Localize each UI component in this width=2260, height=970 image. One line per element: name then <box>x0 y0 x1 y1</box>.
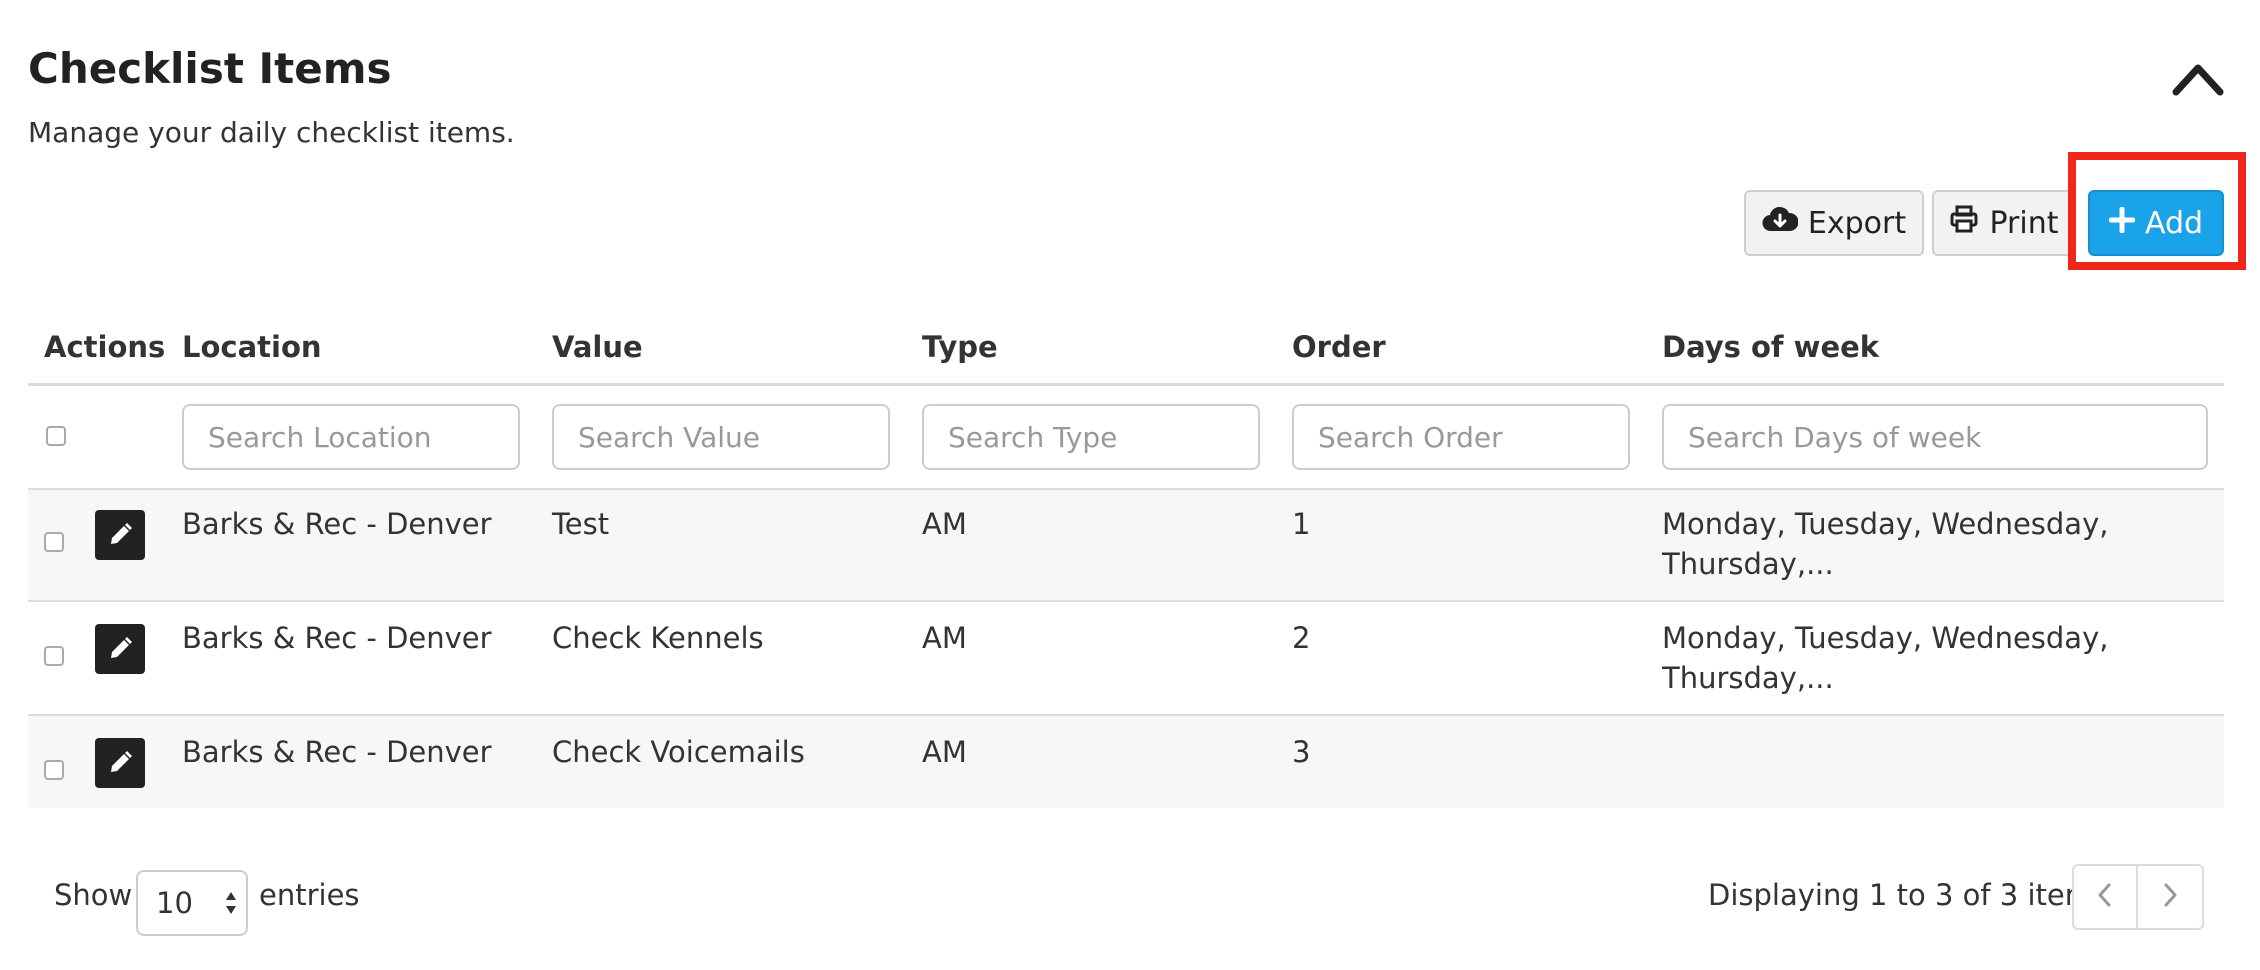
column-header-days-of-week[interactable]: Days of week <box>1662 330 1879 364</box>
table-row: Barks & Rec - Denver Check Voicemails AM… <box>28 716 2224 808</box>
column-header-order[interactable]: Order <box>1292 330 1386 364</box>
cell-type: AM <box>922 621 967 655</box>
next-page-button[interactable] <box>2138 864 2204 930</box>
print-label: Print <box>1989 205 2059 241</box>
page-subtitle: Manage your daily checklist items. <box>28 116 515 149</box>
collapse-chevron-up-icon[interactable] <box>2170 56 2226 100</box>
edit-pencil-icon[interactable] <box>95 510 145 560</box>
previous-page-button[interactable] <box>2072 864 2138 930</box>
cell-value: Test <box>552 507 610 541</box>
search-location-input[interactable] <box>182 404 520 470</box>
search-type-input[interactable] <box>922 404 1260 470</box>
highlight-box <box>2068 152 2246 270</box>
cloud-download-icon <box>1762 205 1799 241</box>
export-label: Export <box>1807 205 1907 241</box>
cell-days-line2: Thursday,... <box>1662 547 1834 581</box>
cell-value: Check Kennels <box>552 621 764 655</box>
chevron-left-icon <box>2096 882 2114 912</box>
row-checkbox[interactable] <box>44 646 64 666</box>
search-value-input[interactable] <box>552 404 890 470</box>
cell-location: Barks & Rec - Denver <box>182 507 492 541</box>
cell-type: AM <box>922 735 967 769</box>
cell-location: Barks & Rec - Denver <box>182 621 492 655</box>
column-header-value[interactable]: Value <box>552 330 643 364</box>
cell-days-line1: Monday, Tuesday, Wednesday, <box>1662 507 2109 541</box>
cell-days-line1: Monday, Tuesday, Wednesday, <box>1662 621 2109 655</box>
page-size-select[interactable]: 10 <box>136 870 248 936</box>
cell-type: AM <box>922 507 967 541</box>
sort-arrows-icon <box>224 888 238 918</box>
show-label: Show <box>54 878 133 912</box>
header-divider <box>28 383 2224 386</box>
column-header-actions: Actions <box>44 330 166 364</box>
cell-order: 3 <box>1292 735 1311 769</box>
row-checkbox[interactable] <box>44 760 64 780</box>
cell-days-line2: Thursday,... <box>1662 661 1834 695</box>
search-order-input[interactable] <box>1292 404 1630 470</box>
table-row: Barks & Rec - Denver Check Kennels AM 2 … <box>28 602 2224 714</box>
cell-location: Barks & Rec - Denver <box>182 735 492 769</box>
checklist-page: Checklist Items Manage your daily checkl… <box>0 0 2260 970</box>
entries-label: entries <box>259 878 360 912</box>
cell-value: Check Voicemails <box>552 735 805 769</box>
edit-pencil-icon[interactable] <box>95 624 145 674</box>
table-row: Barks & Rec - Denver Test AM 1 Monday, T… <box>28 490 2224 600</box>
pagination-status: Displaying 1 to 3 of 3 items <box>1708 878 2109 912</box>
page-size-value: 10 <box>156 886 193 920</box>
column-header-location[interactable]: Location <box>182 330 322 364</box>
search-days-input[interactable] <box>1662 404 2208 470</box>
cell-order: 1 <box>1292 507 1311 541</box>
cell-order: 2 <box>1292 621 1311 655</box>
page-title: Checklist Items <box>28 44 392 93</box>
column-header-type[interactable]: Type <box>922 330 998 364</box>
edit-pencil-icon[interactable] <box>95 738 145 788</box>
printer-icon <box>1949 204 1979 242</box>
select-all-checkbox[interactable] <box>46 426 66 446</box>
export-button[interactable]: Export <box>1744 190 1924 256</box>
row-checkbox[interactable] <box>44 532 64 552</box>
print-button[interactable]: Print <box>1932 190 2076 256</box>
chevron-right-icon <box>2161 882 2179 912</box>
